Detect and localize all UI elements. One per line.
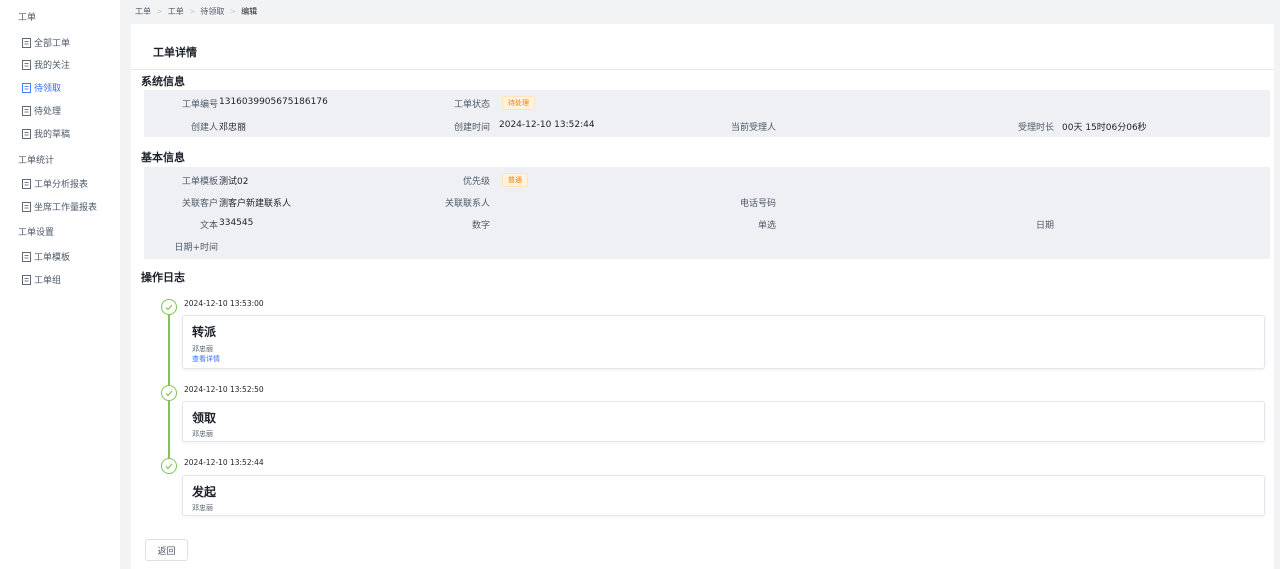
document-icon [22,251,31,262]
phone-label: 电话号码 [739,199,776,209]
back-button[interactable]: 返回 [145,539,188,561]
created-at-label: 创建时间 [453,123,490,133]
priority-badge: 普通 [502,173,528,187]
customer-label: 关联客户 [181,199,218,209]
chevron-right-icon: > [229,7,237,16]
text-value: 334545 [219,218,254,228]
log-user: 邓忠丽 [192,345,213,353]
divider [131,69,1274,70]
sidebar-item-label: 全部工单 [34,39,71,49]
priority-label: 优先级 [462,177,490,187]
customer-value: 测客户新建联系人 [219,199,292,209]
single-select-label: 单选 [757,221,776,231]
chevron-right-icon: > [188,7,196,16]
log-action: 领取 [192,411,217,425]
sidebar-item-groups[interactable]: 工单组 [22,273,61,286]
date-label: 日期 [1035,221,1054,231]
sidebar-item-label: 工单模板 [34,253,71,263]
sidebar-item-label: 我的关注 [34,61,71,71]
sidebar-item-templates[interactable]: 工单模板 [22,250,70,263]
document-icon [22,178,31,189]
log-action: 转派 [192,325,217,339]
ticket-no-label: 工单编号 [181,100,218,110]
log-user: 邓忠丽 [192,430,213,438]
sidebar-item-label: 我的草稿 [34,130,71,140]
creator-label: 创建人 [190,123,218,133]
ticket-no-value: 1316039905675186176 [219,97,328,107]
status-label: 工单状态 [453,100,490,110]
document-icon [22,105,31,116]
view-details-link[interactable]: 查看详情 [192,354,220,364]
section-title-system-info: 系统信息 [141,75,185,88]
log-timestamp: 2024-12-10 13:53:00 [184,299,264,308]
page-title: 工单详情 [153,46,197,59]
sidebar-item-to-claim[interactable]: 待领取 [22,81,61,94]
created-at-value: 2024-12-10 13:52:44 [499,120,595,130]
sidebar-item-analysis-report[interactable]: 工单分析报表 [22,177,88,190]
log-timestamp: 2024-12-10 13:52:44 [184,458,264,467]
breadcrumb-item[interactable]: 工单 [135,6,151,17]
breadcrumb: 工单 > 工单 > 待领取 > 编辑 [135,6,257,17]
sidebar-group-ticket[interactable]: 工单 [18,10,36,23]
template-value: 测试02 [219,177,249,187]
log-timestamp: 2024-12-10 13:52:50 [184,385,264,394]
section-title-operation-log: 操作日志 [141,271,185,284]
log-action: 发起 [192,485,217,499]
check-circle-icon [161,299,177,315]
log-entry-card: 领取 邓忠丽 [182,401,1265,442]
document-icon [22,274,31,285]
breadcrumb-item[interactable]: 待领取 [200,6,224,17]
section-title-basic-info: 基本信息 [141,151,185,164]
basic-info-box: 工单模板 测试02 优先级 普通 关联客户 测客户新建联系人 关联联系人 电话号… [144,167,1270,259]
chevron-right-icon: > [156,7,163,16]
document-icon [22,59,31,70]
system-info-box: 工单编号 1316039905675186176 工单状态 待处理 创建人 邓忠… [144,90,1270,137]
sidebar-item-label: 待处理 [34,107,62,117]
ticket-detail-card: 工单详情 系统信息 工单编号 1316039905675186176 工单状态 … [131,24,1274,569]
sidebar-item-label: 工单分析报表 [34,180,89,190]
check-circle-icon [161,458,177,474]
text-label: 文本 [199,221,218,231]
datetime-label: 日期+时间 [174,243,218,253]
sidebar-group-settings[interactable]: 工单设置 [18,225,54,238]
contact-label: 关联联系人 [444,199,490,209]
duration-label: 受理时长 [1017,123,1054,133]
sidebar: 工单 全部工单 我的关注 待领取 待处理 我的草稿 工单统计 工单分析报表 坐席… [0,0,120,569]
creator-value: 邓忠丽 [219,123,247,133]
document-icon [22,37,31,48]
sidebar-item-label: 坐席工作量报表 [34,203,98,213]
status-badge: 待处理 [502,96,535,110]
assignee-label: 当前受理人 [730,123,776,133]
sidebar-item-workload-report[interactable]: 坐席工作量报表 [22,200,97,213]
sidebar-item-my-follows[interactable]: 我的关注 [22,58,70,71]
sidebar-item-label: 待领取 [34,84,62,94]
template-label: 工单模板 [181,177,218,187]
breadcrumb-current: 编辑 [241,7,258,16]
sidebar-item-to-process[interactable]: 待处理 [22,104,61,117]
number-label: 数字 [471,221,490,231]
document-icon [22,128,31,139]
log-user: 邓忠丽 [192,504,213,512]
sidebar-item-all-tickets[interactable]: 全部工单 [22,36,70,49]
breadcrumb-item[interactable]: 工单 [168,6,184,17]
sidebar-item-my-drafts[interactable]: 我的草稿 [22,127,70,140]
sidebar-group-statistics[interactable]: 工单统计 [18,153,54,166]
duration-value: 00天 15时06分06秒 [1062,123,1147,133]
check-circle-icon [161,385,177,401]
log-entry-card: 转派 邓忠丽 查看详情 [182,315,1265,369]
sidebar-item-label: 工单组 [34,276,62,286]
log-entry-card: 发起 邓忠丽 [182,475,1265,516]
document-icon [22,82,31,93]
document-icon [22,201,31,212]
